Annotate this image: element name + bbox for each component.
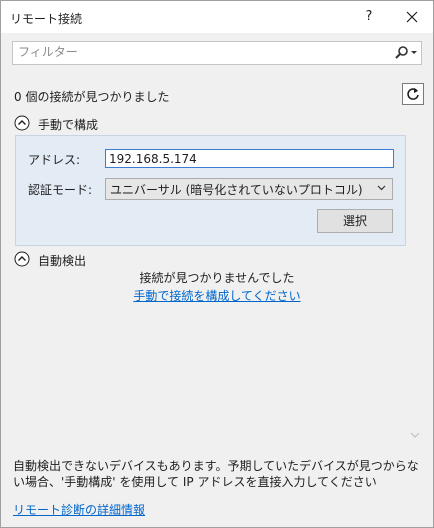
found-count-text: 0 個の接続が見つかりました — [14, 90, 170, 104]
collapse-icon — [14, 115, 30, 131]
search-button[interactable] — [394, 44, 418, 62]
filter-input[interactable] — [13, 42, 388, 62]
address-input[interactable] — [105, 149, 394, 168]
auto-detect-header: 自動検出 — [38, 254, 87, 268]
close-icon — [406, 11, 418, 23]
help-button[interactable]: ? — [357, 5, 381, 29]
address-label: アドレス: — [28, 153, 81, 167]
search-icon — [395, 46, 417, 59]
select-button[interactable]: 選択 — [317, 209, 393, 233]
manual-config-panel: アドレス: 認証モード: ユニバーサル (暗号化されていないプロトコル) 選択 — [15, 135, 406, 246]
manual-config-header: 手動で構成 — [38, 118, 99, 132]
collapse-icon — [14, 251, 30, 267]
title-bar: リモート接続 ? — [1, 1, 433, 33]
window-title: リモート接続 — [10, 12, 83, 26]
close-button[interactable] — [399, 5, 425, 29]
auto-detect-info-text: 自動検出できないデバイスもあります。予期していたデバイスが見つからない場合、'手… — [13, 459, 419, 489]
manual-config-link-text[interactable]: 手動で接続を構成してください — [133, 289, 300, 303]
chevron-down-icon — [377, 185, 386, 191]
remote-connection-dialog: リモート接続 ? 0 個の接続が見つかりました 手動で構成 — [0, 0, 434, 528]
chevron-down-icon[interactable] — [410, 432, 420, 439]
no-connections-text: 接続が見つかりませんでした — [139, 271, 295, 285]
refresh-button[interactable] — [402, 83, 424, 105]
manual-config-link[interactable]: 手動で接続を構成してください — [1, 287, 433, 304]
auth-mode-select[interactable]: ユニバーサル (暗号化されていないプロトコル) — [105, 178, 393, 200]
auth-mode-label: 認証モード: — [28, 183, 93, 197]
auth-mode-value: ユニバーサル (暗号化されていないプロトコル) — [110, 183, 363, 197]
refresh-icon — [407, 88, 419, 100]
filter-box — [12, 41, 422, 65]
remote-diagnostics-link[interactable]: リモート診断の詳細情報 — [13, 501, 145, 518]
